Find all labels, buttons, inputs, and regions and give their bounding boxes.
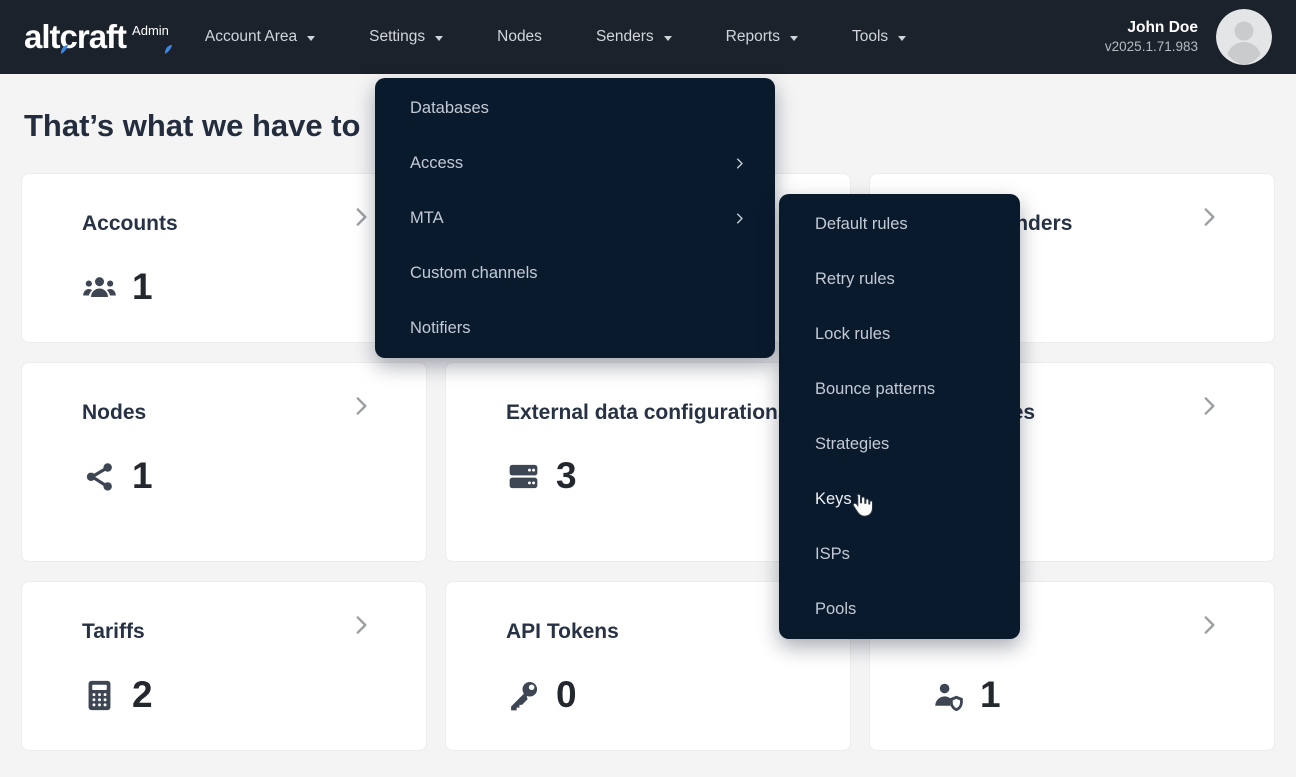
card-nodes[interactable]: Nodes 1 bbox=[21, 362, 427, 562]
user-name: John Doe bbox=[1105, 18, 1198, 38]
submenu-item-pools[interactable]: Pools bbox=[779, 582, 1020, 637]
card-value-row: 1 bbox=[82, 455, 370, 497]
user-info[interactable]: John Doe v2025.1.71.983 bbox=[1105, 18, 1198, 56]
chevron-right-icon bbox=[732, 211, 747, 226]
card-value-row: 2 bbox=[82, 674, 370, 716]
card-value: 0 bbox=[556, 674, 577, 716]
caret-down-icon bbox=[307, 36, 315, 41]
nav-item-label: Senders bbox=[596, 28, 654, 46]
chevron-right-icon[interactable] bbox=[348, 204, 374, 230]
menu-item-mta[interactable]: MTA bbox=[375, 191, 775, 246]
menu-item-access[interactable]: Access bbox=[375, 136, 775, 191]
card-value: 1 bbox=[132, 266, 153, 308]
nav-item-tools[interactable]: Tools bbox=[852, 28, 906, 46]
card-tariffs[interactable]: Tariffs 2 bbox=[21, 581, 427, 751]
card-value-row: 0 bbox=[506, 674, 794, 716]
card-value: 1 bbox=[132, 455, 153, 497]
submenu-item-label: Default rules bbox=[815, 215, 908, 234]
card-value-row: 1 bbox=[82, 266, 370, 308]
calculator-icon bbox=[82, 678, 117, 713]
submenu-item-lock-rules[interactable]: Lock rules bbox=[779, 307, 1020, 362]
card-value-row: 3 bbox=[506, 455, 794, 497]
user-shield-icon bbox=[930, 678, 965, 713]
nav-item-label: Nodes bbox=[497, 28, 542, 46]
nav-item-account-area[interactable]: Account Area bbox=[205, 28, 315, 46]
nav-item-label: Reports bbox=[726, 28, 780, 46]
submenu-item-label: Strategies bbox=[815, 435, 889, 454]
nav-item-nodes[interactable]: Nodes bbox=[497, 28, 542, 46]
card-value: 1 bbox=[980, 674, 1001, 716]
submenu-item-label: Pools bbox=[815, 600, 856, 619]
card-value-row: 1 bbox=[930, 674, 1218, 716]
card-title: Nodes bbox=[82, 397, 370, 429]
caret-down-icon bbox=[664, 36, 672, 41]
server-icon bbox=[506, 459, 541, 494]
settings-dropdown-menu: Databases Access MTA Custom channels Notifie… bbox=[375, 78, 775, 358]
card-title: API Tokens bbox=[506, 616, 794, 648]
mta-submenu: Default rules Retry rules Lock rules Bounce… bbox=[779, 194, 1020, 639]
users-icon bbox=[82, 270, 117, 305]
card-title: Tariffs bbox=[82, 616, 370, 648]
key-icon bbox=[506, 678, 541, 713]
avatar[interactable] bbox=[1216, 9, 1272, 65]
altcraft-logo[interactable]: altcraft Admin bbox=[24, 11, 169, 63]
nav-item-label: Account Area bbox=[205, 28, 297, 46]
caret-down-icon bbox=[898, 36, 906, 41]
logo-accent-tick-icon bbox=[60, 18, 69, 29]
nav-item-label: Tools bbox=[852, 28, 888, 46]
card-title: Accounts bbox=[82, 208, 370, 240]
chevron-right-icon[interactable] bbox=[1196, 612, 1222, 638]
logo-accent-tick-icon bbox=[164, 18, 173, 29]
submenu-item-label: Lock rules bbox=[815, 325, 890, 344]
submenu-item-label: Bounce patterns bbox=[815, 380, 935, 399]
chevron-right-icon bbox=[732, 156, 747, 171]
chevron-right-icon[interactable] bbox=[348, 393, 374, 419]
submenu-item-bounce-patterns[interactable]: Bounce patterns bbox=[779, 362, 1020, 417]
menu-item-notifiers[interactable]: Notifiers bbox=[375, 301, 775, 356]
cursor-hand-icon bbox=[846, 489, 876, 521]
card-value: 2 bbox=[132, 674, 153, 716]
menu-item-label: Notifiers bbox=[410, 319, 471, 338]
card-value: 3 bbox=[556, 455, 577, 497]
submenu-item-default-rules[interactable]: Default rules bbox=[779, 197, 1020, 252]
logo-text: altcraft bbox=[24, 11, 126, 63]
chevron-right-icon[interactable] bbox=[348, 612, 374, 638]
chevron-right-icon[interactable] bbox=[1196, 393, 1222, 419]
menu-item-label: Access bbox=[410, 154, 463, 173]
caret-down-icon bbox=[435, 36, 443, 41]
submenu-item-isps[interactable]: ISPs bbox=[779, 527, 1020, 582]
menu-item-databases[interactable]: Databases bbox=[375, 81, 775, 136]
submenu-item-strategies[interactable]: Strategies bbox=[779, 417, 1020, 472]
card-accounts[interactable]: Accounts 1 bbox=[21, 173, 427, 343]
top-navbar: altcraft Admin Account Area Settings Nodes… bbox=[0, 0, 1296, 74]
caret-down-icon bbox=[790, 36, 798, 41]
main-navigation: Account Area Settings Nodes Senders Reports T… bbox=[205, 28, 906, 46]
menu-item-custom-channels[interactable]: Custom channels bbox=[375, 246, 775, 301]
menu-item-label: MTA bbox=[410, 209, 444, 228]
submenu-item-label: Retry rules bbox=[815, 270, 895, 289]
nav-item-settings[interactable]: Settings bbox=[369, 28, 443, 46]
navbar-right: John Doe v2025.1.71.983 bbox=[1105, 9, 1272, 65]
nav-item-senders[interactable]: Senders bbox=[596, 28, 672, 46]
submenu-item-retry-rules[interactable]: Retry rules bbox=[779, 252, 1020, 307]
app-version: v2025.1.71.983 bbox=[1105, 38, 1198, 56]
nav-item-label: Settings bbox=[369, 28, 425, 46]
submenu-item-keys[interactable]: Keys bbox=[779, 472, 1020, 527]
menu-item-label: Custom channels bbox=[410, 264, 537, 283]
card-title: External data configurations bbox=[506, 397, 794, 429]
nav-item-reports[interactable]: Reports bbox=[726, 28, 798, 46]
chevron-right-icon[interactable] bbox=[1196, 204, 1222, 230]
menu-item-label: Databases bbox=[410, 99, 489, 118]
submenu-item-label: ISPs bbox=[815, 545, 850, 564]
share-icon bbox=[82, 459, 117, 494]
